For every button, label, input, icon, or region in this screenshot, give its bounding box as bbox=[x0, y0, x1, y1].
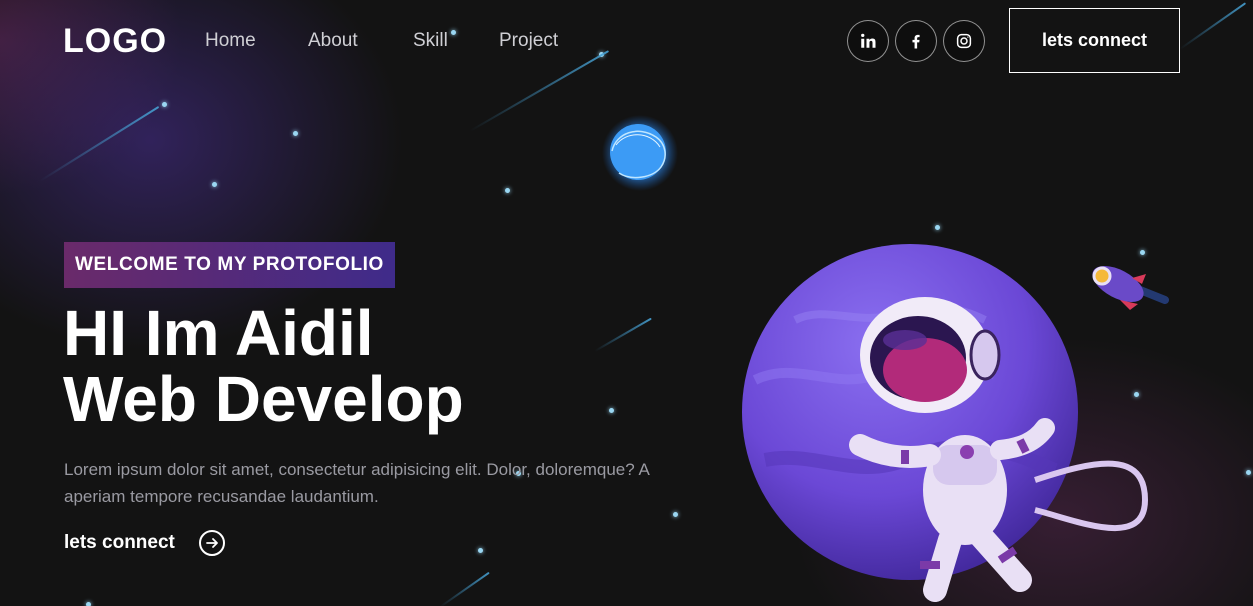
star bbox=[162, 102, 167, 107]
nav-link-skill[interactable]: Skill bbox=[413, 30, 448, 52]
instagram-icon bbox=[956, 33, 972, 49]
welcome-tagline: WELCOME TO MY PROTOFOLIO bbox=[64, 242, 395, 288]
hero-connect-link[interactable]: lets connect bbox=[64, 530, 225, 556]
lets-connect-button[interactable]: lets connect bbox=[1009, 8, 1180, 73]
star bbox=[478, 548, 483, 553]
facebook-icon bbox=[912, 34, 920, 49]
hero-connect-label: lets connect bbox=[64, 532, 175, 553]
star bbox=[293, 131, 298, 136]
star bbox=[609, 408, 614, 413]
nav-link-home[interactable]: Home bbox=[205, 30, 256, 52]
star bbox=[212, 182, 217, 187]
hero-title: HI Im Aidil Web Develop bbox=[63, 300, 464, 432]
shooting-star bbox=[39, 105, 160, 182]
rocket-icon bbox=[1092, 265, 1169, 310]
instagram-button[interactable] bbox=[943, 20, 985, 62]
hero-title-line-1: HI Im Aidil bbox=[63, 297, 374, 369]
hero-description: Lorem ipsum dolor sit amet, consectetur … bbox=[64, 460, 649, 506]
star bbox=[1246, 470, 1251, 475]
hero-title-line-2: Web Develop bbox=[63, 363, 464, 435]
linkedin-icon bbox=[861, 33, 876, 48]
glowing-moon-icon bbox=[602, 115, 678, 191]
facebook-button[interactable] bbox=[895, 20, 937, 62]
star bbox=[673, 512, 678, 517]
logo[interactable]: LOGO bbox=[63, 22, 167, 61]
arrow-right-circle-icon bbox=[198, 530, 225, 556]
linkedin-button[interactable] bbox=[847, 20, 889, 62]
navbar: LOGO Home About Skill Project lets conne… bbox=[0, 0, 1253, 82]
nav-link-about[interactable]: About bbox=[308, 30, 358, 52]
shooting-star bbox=[439, 571, 490, 606]
nav-link-project[interactable]: Project bbox=[499, 30, 558, 52]
star bbox=[505, 188, 510, 193]
star bbox=[86, 602, 91, 606]
star bbox=[935, 225, 940, 230]
shooting-star bbox=[594, 317, 652, 352]
